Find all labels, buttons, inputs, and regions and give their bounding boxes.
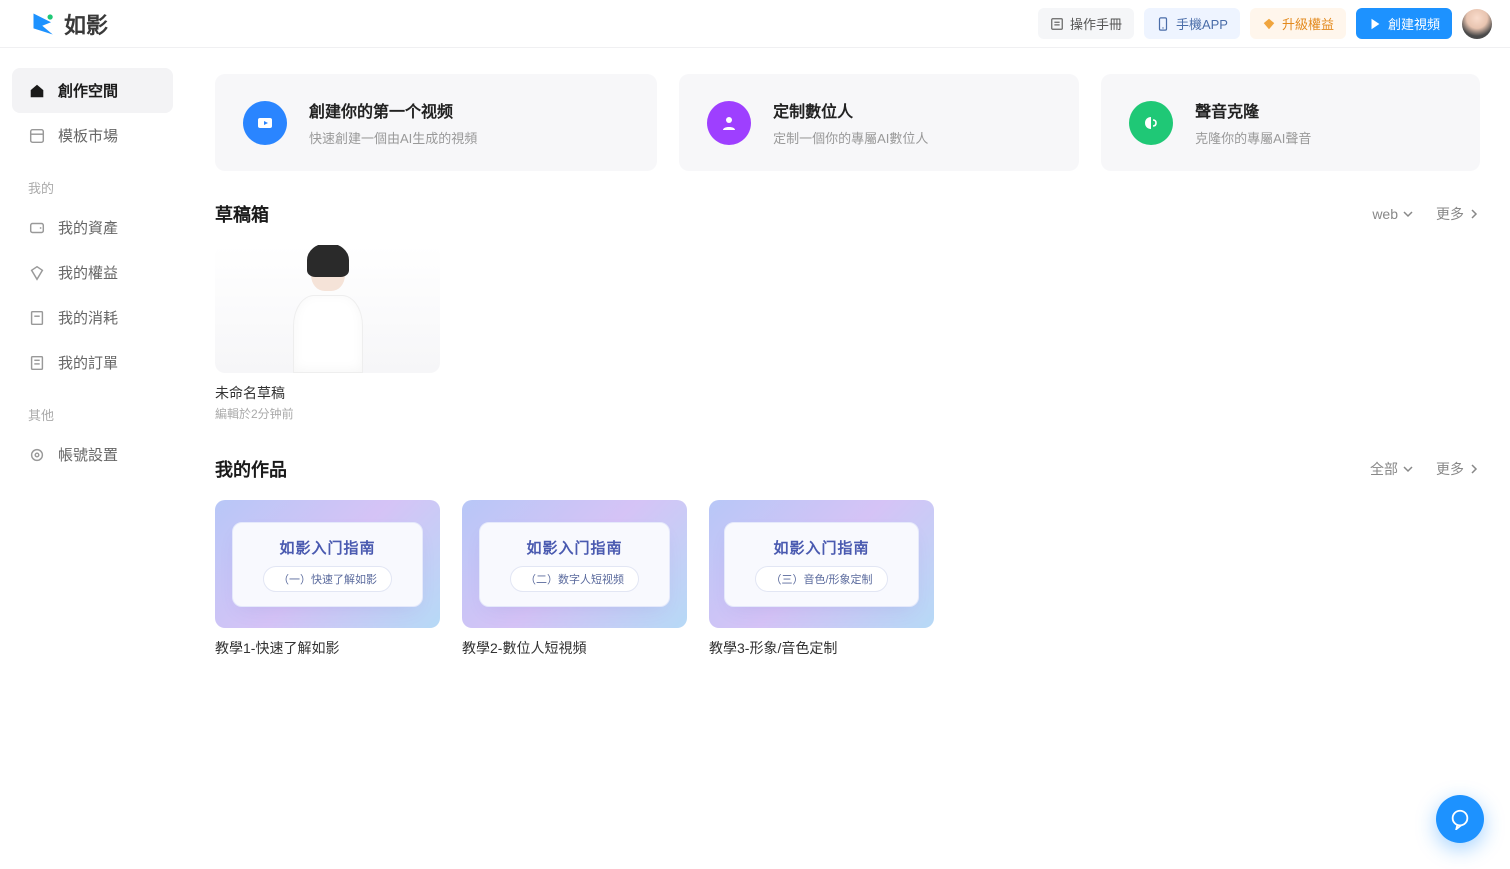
draft-thumbnail (215, 245, 440, 373)
chevron-down-icon (1402, 463, 1414, 475)
draft-item[interactable]: 未命名草稿 編輯於2分钟前 (215, 245, 440, 422)
drafts-filter[interactable]: web (1372, 206, 1414, 222)
create-video-button[interactable]: 創建視頻 (1356, 8, 1452, 39)
action-cards: 創建你的第一个视频快速創建一個由AI生成的視頻 定制數位人定制一個你的專屬AI數… (215, 74, 1480, 171)
book-icon (1050, 17, 1064, 31)
diamond-icon (1262, 17, 1276, 31)
drafts-heading: 草稿箱 (215, 201, 269, 227)
works-grid: 如影入门指南（一）快速了解如影 教學1-快速了解如影 如影入门指南（二）数字人短… (215, 500, 1480, 660)
works-heading: 我的作品 (215, 456, 287, 482)
sidebar-item-assets[interactable]: 我的資產 (12, 205, 173, 250)
work-item[interactable]: 如影入门指南（二）数字人短视频 教學2-數位人短視頻 (462, 500, 687, 660)
works-more[interactable]: 更多 (1436, 459, 1480, 479)
sidebar: 創作空間 模板市場 我的 我的資產 我的權益 我的消耗 我的訂單 其他 帳號設置 (0, 48, 185, 869)
work-thumbnail: 如影入门指南（二）数字人短视频 (462, 500, 687, 628)
drafts-header: 草稿箱 web 更多 (215, 201, 1480, 227)
header-actions: 操作手冊 手機APP 升級權益 創建視頻 (1038, 8, 1492, 39)
card-digital-human[interactable]: 定制數位人定制一個你的專屬AI數位人 (679, 74, 1079, 171)
rights-icon (28, 264, 46, 282)
drafts-more[interactable]: 更多 (1436, 204, 1480, 224)
home-icon (28, 82, 46, 100)
chevron-down-icon (1402, 208, 1414, 220)
brand-text: 如影 (64, 8, 108, 40)
work-item[interactable]: 如影入门指南（三）音色/形象定制 教學3-形象/音色定制 (709, 500, 934, 660)
phone-icon (1156, 17, 1170, 31)
upgrade-button[interactable]: 升級權益 (1250, 8, 1346, 39)
work-thumbnail: 如影入门指南（一）快速了解如影 (215, 500, 440, 628)
brand-logo[interactable]: 如影 (30, 8, 108, 40)
sidebar-item-settings[interactable]: 帳號設置 (12, 432, 173, 477)
sidebar-group-mine: 我的 (12, 158, 173, 205)
sidebar-item-workspace[interactable]: 創作空間 (12, 68, 173, 113)
card-voice-clone[interactable]: 聲音克隆克隆你的專屬AI聲音 (1101, 74, 1480, 171)
work-item[interactable]: 如影入门指南（一）快速了解如影 教學1-快速了解如影 (215, 500, 440, 660)
wallet-icon (28, 219, 46, 237)
chat-fab[interactable] (1436, 795, 1484, 843)
work-title: 教學1-快速了解如影 (215, 638, 440, 658)
play-icon (1368, 17, 1382, 31)
sidebar-item-templates[interactable]: 模板市場 (12, 113, 173, 158)
usage-icon (28, 309, 46, 327)
work-title: 教學2-數位人短視頻 (462, 638, 687, 658)
user-avatar[interactable] (1462, 9, 1492, 39)
sidebar-item-orders[interactable]: 我的訂單 (12, 340, 173, 385)
works-filter[interactable]: 全部 (1370, 459, 1414, 479)
work-thumbnail: 如影入门指南（三）音色/形象定制 (709, 500, 934, 628)
chat-icon (1449, 808, 1471, 830)
chevron-right-icon (1468, 463, 1480, 475)
template-icon (28, 127, 46, 145)
work-title: 教學3-形象/音色定制 (709, 638, 934, 658)
video-icon (243, 101, 287, 145)
card-create-video[interactable]: 創建你的第一个视频快速創建一個由AI生成的視頻 (215, 74, 657, 171)
person-icon (707, 101, 751, 145)
mobile-app-button[interactable]: 手機APP (1144, 8, 1240, 39)
sidebar-item-usage[interactable]: 我的消耗 (12, 295, 173, 340)
main-content: 創建你的第一个视频快速創建一個由AI生成的視頻 定制數位人定制一個你的專屬AI數… (185, 48, 1510, 869)
gear-icon (28, 446, 46, 464)
manual-button[interactable]: 操作手冊 (1038, 8, 1134, 39)
drafts-grid: 未命名草稿 編輯於2分钟前 (215, 245, 1480, 422)
logo-icon (30, 10, 58, 38)
order-icon (28, 354, 46, 372)
draft-title: 未命名草稿 (215, 383, 440, 403)
top-header: 如影 操作手冊 手機APP 升級權益 創建視頻 (0, 0, 1510, 48)
sidebar-item-rights[interactable]: 我的權益 (12, 250, 173, 295)
chevron-right-icon (1468, 208, 1480, 220)
voice-icon (1129, 101, 1173, 145)
sidebar-group-other: 其他 (12, 385, 173, 432)
works-header: 我的作品 全部 更多 (215, 456, 1480, 482)
draft-meta: 編輯於2分钟前 (215, 405, 440, 422)
